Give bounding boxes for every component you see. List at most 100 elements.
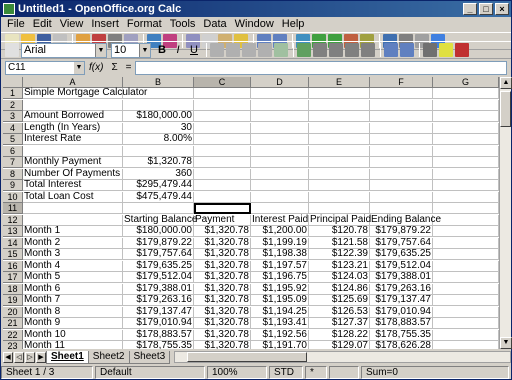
cell[interactable] xyxy=(251,168,309,180)
cell[interactable] xyxy=(194,88,251,99)
cell[interactable] xyxy=(251,203,309,214)
scroll-down-icon[interactable]: ▼ xyxy=(500,337,512,349)
cell[interactable]: $127.37 xyxy=(309,318,370,329)
cell[interactable]: Ending Balance xyxy=(370,214,441,226)
row-header[interactable]: 3 xyxy=(3,111,23,122)
cell[interactable] xyxy=(370,168,433,180)
cell[interactable]: $178,883.57 xyxy=(123,329,194,341)
tab-sheet2[interactable]: Sheet2 xyxy=(87,350,130,364)
cell[interactable]: $178,755.35 xyxy=(370,329,433,341)
cell[interactable]: $1,198.38 xyxy=(251,249,309,260)
cell[interactable] xyxy=(433,318,499,329)
cell[interactable]: $121.58 xyxy=(309,237,370,249)
cell[interactable] xyxy=(23,214,123,226)
first-sheet-icon[interactable]: ◀ xyxy=(3,351,13,363)
cell[interactable]: $1,320.78 xyxy=(194,237,251,249)
cell[interactable]: 30 xyxy=(123,122,194,134)
cell[interactable] xyxy=(433,341,499,349)
cell[interactable]: $1,320.78 xyxy=(194,318,251,329)
cell[interactable] xyxy=(309,122,370,134)
row-header[interactable]: 13 xyxy=(3,226,23,237)
cell[interactable]: $1,193.41 xyxy=(251,318,309,329)
cell[interactable] xyxy=(123,145,194,157)
cell[interactable] xyxy=(309,145,370,157)
chevron-down-icon[interactable]: ▼ xyxy=(74,61,84,74)
cell[interactable]: $124.03 xyxy=(309,272,370,283)
column-header-f[interactable]: F xyxy=(370,77,433,88)
cell[interactable]: $1,195.09 xyxy=(251,295,309,306)
font-name-combo[interactable]: Arial ▼ xyxy=(21,42,107,58)
cell[interactable] xyxy=(23,145,123,157)
cell[interactable] xyxy=(123,203,194,214)
column-header-d[interactable]: D xyxy=(251,77,309,88)
cell[interactable] xyxy=(433,203,499,214)
styles-formatting-icon[interactable] xyxy=(5,43,19,57)
cell[interactable]: $1,320.78 xyxy=(123,157,194,168)
cell[interactable]: $179,635.25 xyxy=(370,249,433,260)
cell[interactable]: $1,320.78 xyxy=(194,283,251,295)
row-header[interactable]: 4 xyxy=(3,122,23,134)
cell[interactable]: $179,010.94 xyxy=(123,318,194,329)
cell[interactable] xyxy=(433,226,499,237)
tab-sheet1[interactable]: Sheet1 xyxy=(46,350,89,364)
cell[interactable]: Month 1 xyxy=(23,226,123,237)
column-header-c[interactable]: C xyxy=(194,77,251,88)
cell[interactable]: $179,757.64 xyxy=(370,237,433,249)
row-header[interactable]: 1 xyxy=(3,88,23,99)
cell[interactable] xyxy=(370,180,433,191)
menu-edit[interactable]: Edit xyxy=(29,18,56,30)
cell[interactable]: $1,192.56 xyxy=(251,329,309,341)
cell[interactable]: $126.53 xyxy=(309,306,370,318)
cell[interactable] xyxy=(309,157,370,168)
cell[interactable] xyxy=(194,180,251,191)
active-cell[interactable] xyxy=(194,203,251,214)
underline-button[interactable]: U xyxy=(187,43,201,57)
cell[interactable]: Month 2 xyxy=(23,237,123,249)
cell[interactable] xyxy=(194,122,251,134)
cell[interactable]: Amount Borrowed xyxy=(23,111,123,122)
row-header[interactable]: 6 xyxy=(3,145,23,157)
row-header[interactable]: 8 xyxy=(3,168,23,180)
borders-icon[interactable] xyxy=(423,43,437,57)
align-left-icon[interactable] xyxy=(210,43,224,57)
cell[interactable]: $475,479.44 xyxy=(123,191,194,203)
cell[interactable]: 8.00% xyxy=(123,134,194,145)
row-header[interactable]: 19 xyxy=(3,295,23,306)
cell[interactable]: Principal Paid xyxy=(309,214,371,226)
cell[interactable] xyxy=(433,99,499,111)
cell[interactable]: $178,755.35 xyxy=(123,341,194,349)
row-header[interactable]: 20 xyxy=(3,306,23,318)
cell[interactable]: $128.22 xyxy=(309,329,370,341)
cell[interactable] xyxy=(370,134,433,145)
chevron-down-icon[interactable]: ▼ xyxy=(95,43,106,57)
cell[interactable]: $179,137.47 xyxy=(370,295,433,306)
cell[interactable] xyxy=(23,99,123,111)
scrollbar-thumb[interactable] xyxy=(500,91,511,127)
decrease-indent-icon[interactable] xyxy=(384,43,398,57)
cell[interactable]: Total Loan Cost xyxy=(23,191,123,203)
cell[interactable] xyxy=(309,180,370,191)
selection-mode[interactable]: STD xyxy=(269,365,303,379)
cell[interactable] xyxy=(433,191,499,203)
cell[interactable] xyxy=(194,157,251,168)
cell[interactable] xyxy=(309,88,370,99)
cell[interactable]: $125.69 xyxy=(309,295,370,306)
menu-window[interactable]: Window xyxy=(231,18,278,30)
cell[interactable] xyxy=(433,168,499,180)
cell[interactable]: Month 11 xyxy=(23,341,123,349)
cell[interactable]: $179,388.01 xyxy=(370,272,433,283)
last-sheet-icon[interactable]: ▶ xyxy=(36,351,46,363)
minimize-button[interactable]: _ xyxy=(463,3,477,15)
cell[interactable] xyxy=(433,295,499,306)
merge-cells-icon[interactable] xyxy=(274,43,288,57)
cell[interactable] xyxy=(309,111,370,122)
add-decimal-icon[interactable] xyxy=(345,43,359,57)
function-wizard-icon[interactable]: f(x) xyxy=(89,62,103,73)
cell[interactable] xyxy=(309,168,370,180)
row-header[interactable]: 17 xyxy=(3,272,23,283)
cell[interactable] xyxy=(370,145,433,157)
cell[interactable]: Interest Rate xyxy=(23,134,123,145)
cell[interactable]: $1,320.78 xyxy=(194,272,251,283)
formula-input[interactable] xyxy=(135,60,507,75)
cell[interactable]: Month 7 xyxy=(23,295,123,306)
